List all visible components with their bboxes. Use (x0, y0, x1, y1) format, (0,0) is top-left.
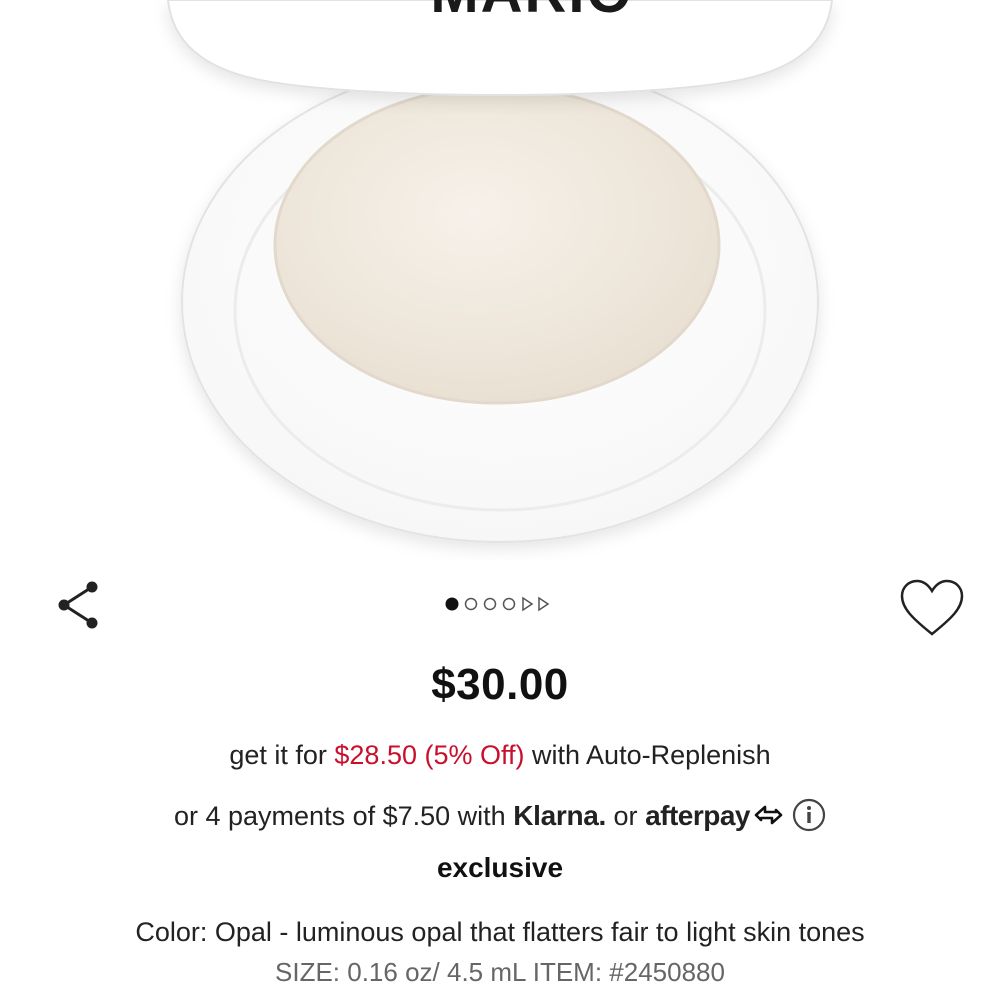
share-icon[interactable] (52, 578, 106, 632)
heart-outline-icon[interactable] (898, 578, 966, 638)
carousel-arrow-icon (522, 596, 534, 612)
carousel-dot (464, 597, 478, 611)
auto-replenish-offer[interactable]: get it for $28.50 (5% Off) with Auto-Rep… (0, 740, 1000, 771)
carousel-dot (502, 597, 516, 611)
color-description: Color: Opal - luminous opal that flatter… (135, 917, 865, 947)
brand-logo: MARIO (430, 0, 633, 25)
info-icon[interactable] (792, 798, 826, 832)
carousel-dot-active (445, 597, 459, 611)
klarna-logo: Klarna. (513, 800, 607, 831)
image-carousel-indicator[interactable] (440, 595, 560, 613)
product-price: $30.00 (431, 660, 569, 709)
exclusive-badge: exclusive (436, 852, 564, 883)
afterpay-logo: afterpay (645, 800, 750, 831)
carousel-arrow-icon (538, 596, 550, 612)
afterpay-loop-icon (754, 805, 783, 825)
powder-pan (273, 85, 721, 405)
replenish-prefix: get it for (229, 740, 327, 770)
product-image: MARIO (166, 0, 834, 543)
carousel-dot (483, 597, 497, 611)
size-item-info: SIZE: 0.16 oz/ 4.5 mL ITEM: #2450880 (275, 957, 725, 987)
payments-prefix: or 4 payments of $7.50 with (173, 801, 506, 831)
replenish-discount: $28.50 (5% Off) (334, 740, 525, 770)
replenish-suffix: with Auto-Replenish (532, 740, 771, 770)
payments-or: or (613, 801, 638, 831)
installment-payments: or 4 payments of $7.50 with Klarna. or a… (0, 798, 1000, 835)
